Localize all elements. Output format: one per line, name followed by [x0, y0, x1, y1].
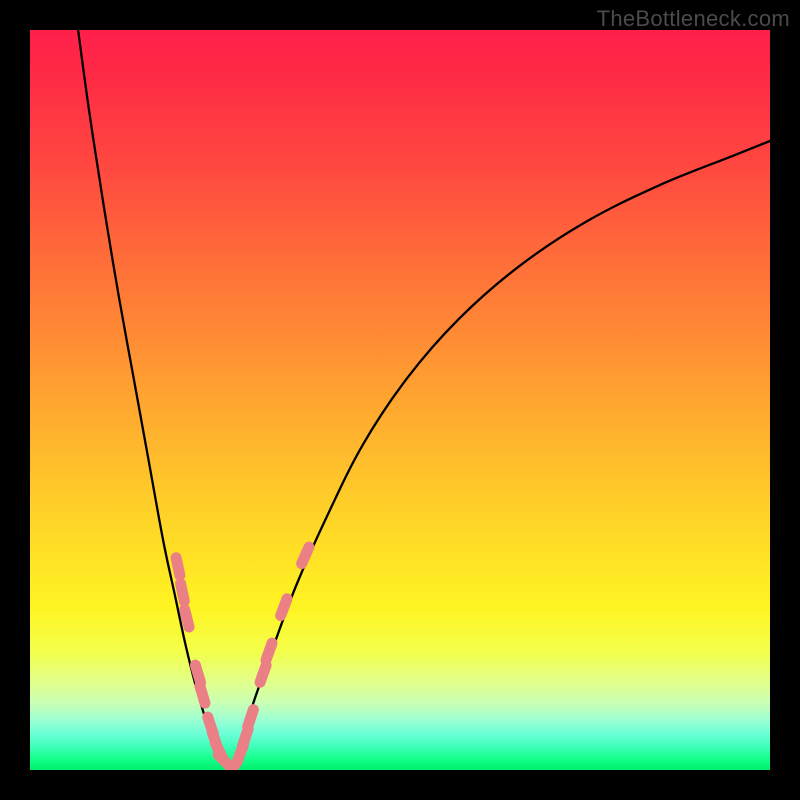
watermark-text: TheBottleneck.com [597, 6, 790, 32]
pink-bead [260, 665, 266, 682]
right-curve [230, 141, 770, 770]
pink-bead [185, 610, 189, 627]
curve-overlay [30, 30, 770, 770]
pink-bead [281, 599, 287, 616]
pink-bead [181, 584, 185, 602]
pink-bead [266, 643, 272, 660]
chart-frame: TheBottleneck.com [0, 0, 800, 800]
pink-bead [302, 547, 309, 563]
pink-bead-group [176, 547, 309, 767]
pink-bead [200, 686, 205, 703]
pink-bead [248, 710, 254, 727]
left-curve [78, 30, 230, 770]
pink-bead [195, 665, 200, 682]
pink-bead [176, 558, 180, 576]
plot-area [30, 30, 770, 770]
